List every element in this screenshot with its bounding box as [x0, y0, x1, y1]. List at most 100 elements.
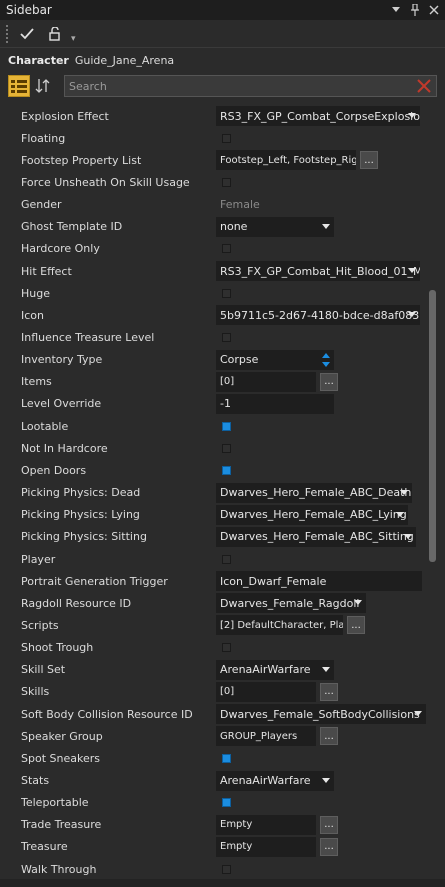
- chevron-down-icon[interactable]: [414, 711, 422, 717]
- property-dropdown[interactable]: ArenaAirWarfare: [216, 659, 334, 680]
- close-icon[interactable]: [426, 2, 442, 18]
- chevron-down-icon[interactable]: [408, 312, 416, 318]
- property-name: Ragdoll Resource ID: [21, 596, 132, 610]
- property-value-cell: Icon_Dwarf_Female: [216, 571, 422, 592]
- chevron-down-icon[interactable]: [408, 113, 416, 118]
- search-row: [8, 74, 437, 98]
- browse-ellipsis-button[interactable]: ...: [360, 151, 378, 170]
- property-dropdown[interactable]: none: [216, 216, 334, 237]
- chevron-down-icon[interactable]: [404, 533, 412, 539]
- property-value-cell: [216, 859, 231, 879]
- property-value-cell: [216, 416, 231, 436]
- property-row-hardcore-only: Hardcore Only: [0, 238, 428, 260]
- property-checkbox[interactable]: [222, 177, 231, 187]
- property-checkbox[interactable]: [222, 333, 231, 342]
- property-dropdown[interactable]: Dwarves_Hero_Female_ABC_Lying: [216, 504, 408, 525]
- property-checkbox[interactable]: [222, 554, 231, 564]
- property-name: Force Unsheath On Skill Usage: [21, 175, 190, 189]
- property-text-field[interactable]: Empty: [216, 836, 316, 857]
- property-value-cell: Dwarves_Hero_Female_ABC_Death: [216, 482, 412, 503]
- property-name: Walk Through: [21, 862, 97, 876]
- property-row-hit-effect: Hit Effect RS3_FX_GP_Combat_Hit_Blood_01_…: [0, 260, 428, 282]
- property-checkbox[interactable]: [222, 465, 231, 475]
- browse-ellipsis-button[interactable]: ...: [320, 372, 338, 391]
- property-checkbox[interactable]: [222, 753, 231, 763]
- categorized-view-button[interactable]: [8, 75, 30, 97]
- search-input[interactable]: [69, 79, 389, 93]
- chevron-down-icon[interactable]: [322, 666, 330, 672]
- property-dropdown[interactable]: RS3_FX_GP_Combat_CorpseExplosion_: [216, 106, 420, 126]
- browse-ellipsis-button[interactable]: ...: [320, 837, 338, 856]
- property-checkbox[interactable]: [222, 133, 231, 143]
- property-text-field[interactable]: [2] DefaultCharacter, Player: [216, 615, 343, 636]
- property-row-skill-set: Skill Set ArenaAirWarfare: [0, 659, 428, 681]
- scrollbar-thumb[interactable]: [429, 290, 436, 562]
- property-row-shoot-trough: Shoot Trough: [0, 637, 428, 659]
- property-text-field[interactable]: GROUP_Players: [216, 726, 316, 747]
- chevron-down-icon[interactable]: [408, 268, 416, 274]
- property-row-force-unsheath-on-skill-usage: Force Unsheath On Skill Usage: [0, 171, 428, 193]
- property-value-cell: [216, 638, 231, 658]
- toolbar-grip[interactable]: [6, 24, 9, 43]
- property-checkbox[interactable]: [222, 798, 231, 808]
- property-checkbox[interactable]: [222, 288, 231, 298]
- property-name: Not In Hardcore: [21, 441, 108, 455]
- clear-search-icon[interactable]: [416, 78, 432, 94]
- property-value-cell: GROUP_Players...: [216, 726, 338, 747]
- toolbar-overflow-icon[interactable]: ▾: [71, 34, 76, 44]
- property-text-field[interactable]: Empty: [216, 814, 316, 835]
- property-row-walk-through: Walk Through: [0, 858, 428, 879]
- pin-icon[interactable]: [407, 2, 423, 18]
- property-text-field[interactable]: [0]: [216, 681, 316, 702]
- search-field[interactable]: [64, 75, 437, 97]
- window-title: Sidebar: [6, 3, 52, 17]
- property-text-field[interactable]: [0]: [216, 371, 316, 392]
- property-value-cell: [2] DefaultCharacter, Player...: [216, 615, 365, 636]
- property-checkbox[interactable]: [222, 443, 231, 453]
- property-text-field[interactable]: Footstep_Left, Footstep_Right: [216, 150, 356, 171]
- property-dropdown[interactable]: RS3_FX_GP_Combat_Hit_Blood_01_M: [216, 261, 420, 282]
- spinner-down-icon[interactable]: [322, 361, 330, 367]
- property-dropdown[interactable]: ArenaAirWarfare: [216, 770, 334, 791]
- browse-ellipsis-button[interactable]: ...: [320, 815, 338, 834]
- chevron-down-icon[interactable]: [354, 600, 362, 606]
- property-text-field[interactable]: -1: [216, 393, 334, 414]
- property-dropdown[interactable]: Dwarves_Female_Ragdoll: [216, 593, 366, 614]
- property-text-field[interactable]: Icon_Dwarf_Female: [216, 571, 422, 592]
- property-checkbox[interactable]: [222, 643, 231, 653]
- spinner-up-icon[interactable]: [322, 352, 330, 358]
- browse-ellipsis-button[interactable]: ...: [320, 682, 338, 701]
- property-value-cell: [216, 748, 231, 768]
- property-checkbox[interactable]: [222, 421, 231, 431]
- property-dropdown[interactable]: Dwarves_Hero_Female_ABC_Sitting: [216, 526, 416, 547]
- sort-alphabetical-icon[interactable]: [32, 75, 54, 97]
- dropdown-value: Dwarves_Female_Ragdoll: [220, 596, 360, 610]
- chevron-down-icon[interactable]: [400, 489, 408, 495]
- property-checkbox[interactable]: [222, 244, 231, 254]
- property-row-trade-treasure: Trade Treasure Empty...: [0, 814, 428, 836]
- chevron-down-icon[interactable]: [396, 511, 404, 517]
- property-checkbox[interactable]: [222, 864, 231, 874]
- property-value-cell: -1: [216, 393, 334, 414]
- property-spinner[interactable]: Corpse: [216, 349, 334, 370]
- property-row-ragdoll-resource-id: Ragdoll Resource ID Dwarves_Female_Ragdol…: [0, 592, 428, 614]
- property-name: Speaker Group: [21, 729, 103, 743]
- browse-ellipsis-button[interactable]: ...: [320, 727, 338, 746]
- bottom-edge: [0, 879, 445, 887]
- checkmark-icon[interactable]: [15, 23, 39, 45]
- property-dropdown[interactable]: 5b9711c5-2d67-4180-bdce-d8af0831: [216, 305, 420, 326]
- character-name: Guide_Jane_Arena: [74, 53, 175, 67]
- property-value-cell: 5b9711c5-2d67-4180-bdce-d8af0831: [216, 305, 420, 326]
- browse-ellipsis-button[interactable]: ...: [347, 616, 365, 635]
- property-dropdown[interactable]: Dwarves_Female_SoftBodyCollisions: [216, 704, 426, 725]
- chevron-down-icon[interactable]: [322, 777, 330, 783]
- property-name: Teleportable: [21, 796, 89, 810]
- dropdown-value: 5b9711c5-2d67-4180-bdce-d8af0831: [220, 308, 420, 322]
- dropdown-arrow-icon[interactable]: [388, 2, 404, 18]
- property-dropdown[interactable]: Dwarves_Hero_Female_ABC_Death: [216, 482, 412, 503]
- unlock-icon[interactable]: [43, 23, 67, 45]
- chevron-down-icon[interactable]: [322, 223, 330, 229]
- property-row-stats: Stats ArenaAirWarfare: [0, 770, 428, 792]
- vertical-scrollbar[interactable]: [428, 104, 438, 879]
- property-row-icon: Icon 5b9711c5-2d67-4180-bdce-d8af0831: [0, 304, 428, 326]
